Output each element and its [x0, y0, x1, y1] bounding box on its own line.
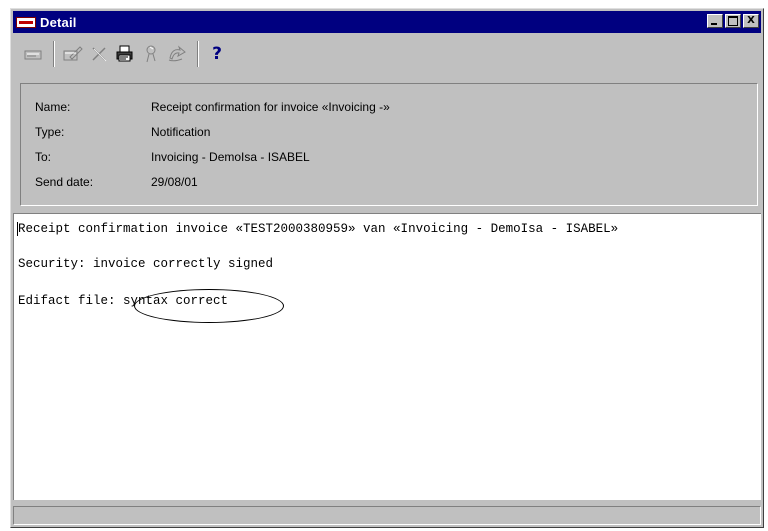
close-icon: X [747, 15, 755, 26]
maximize-button[interactable] [725, 14, 741, 28]
close-button[interactable]: X [743, 14, 759, 28]
message-line-confirmation: Receipt confirmation invoice «TEST200038… [18, 222, 619, 236]
name-value: Receipt confirmation for invoice «Invoic… [151, 100, 390, 114]
title-bar[interactable]: Detail X [13, 11, 761, 33]
toolbar-separator [53, 41, 55, 67]
isabel-app-icon[interactable] [16, 16, 36, 28]
to-value: Invoicing - DemoIsa - ISABEL [151, 150, 310, 164]
send-date-label: Send date: [35, 175, 94, 189]
help-icon[interactable]: ? [205, 42, 229, 66]
detail-window: Detail X ? Name: Receipt confirmation fo… [10, 8, 764, 528]
sign-icon[interactable] [61, 42, 85, 66]
type-label: Type: [35, 125, 65, 139]
status-bar [13, 506, 761, 525]
delete-icon[interactable] [87, 42, 111, 66]
window-controls: X [705, 14, 759, 28]
stamp-icon[interactable] [139, 42, 163, 66]
message-info-panel: Name: Receipt confirmation for invoice «… [20, 83, 758, 206]
print-icon[interactable] [113, 42, 137, 66]
edifact-label: Edifact file: [18, 294, 116, 308]
info-row-type: Type: Notification [35, 125, 210, 139]
document-icon[interactable] [21, 42, 45, 66]
info-row-send-date: Send date: 29/08/01 [35, 175, 198, 189]
toolbar: ? [13, 37, 761, 71]
minimize-button[interactable] [707, 14, 723, 28]
forward-icon[interactable] [165, 42, 189, 66]
info-row-name: Name: Receipt confirmation for invoice «… [35, 100, 390, 114]
to-label: To: [35, 150, 52, 164]
window-title: Detail [40, 14, 77, 30]
name-label: Name: [35, 100, 71, 114]
help-glyph: ? [212, 44, 222, 64]
send-date-value: 29/08/01 [151, 175, 198, 189]
info-row-to: To: Invoicing - DemoIsa - ISABEL [35, 150, 310, 164]
highlight-oval [134, 289, 284, 323]
message-body-textarea[interactable]: Receipt confirmation invoice «TEST200038… [13, 213, 761, 500]
message-line-security: Security: invoice correctly signed [18, 257, 274, 271]
type-value: Notification [151, 125, 211, 139]
toolbar-separator [197, 41, 199, 67]
